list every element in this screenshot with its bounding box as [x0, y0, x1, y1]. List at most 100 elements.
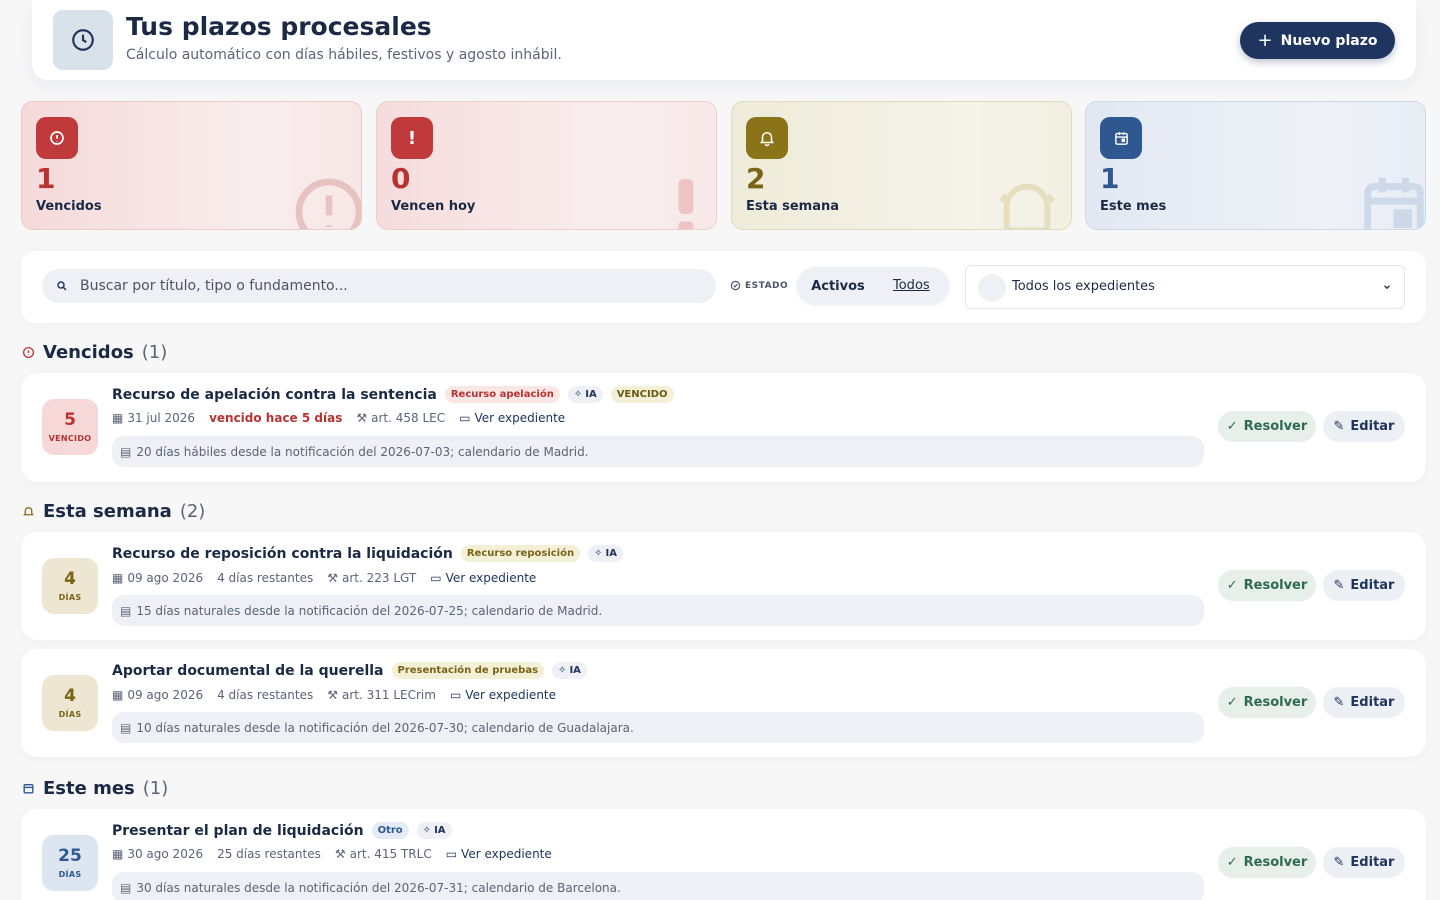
remaining-text: vencido hace 5 días	[209, 411, 343, 425]
remaining-text: 25 días restantes	[217, 847, 321, 861]
edit-button[interactable]: ✎ Editar	[1323, 847, 1405, 878]
bell-icon	[746, 117, 788, 159]
calendar-icon: ▦	[112, 571, 124, 585]
new-deadline-label: Nuevo plazo	[1280, 32, 1378, 49]
ver-expediente-link[interactable]: ▭ Ver expediente	[450, 688, 556, 702]
ver-expediente-link[interactable]: ▭ Ver expediente	[459, 411, 565, 425]
segment-todos[interactable]: Todos	[893, 278, 930, 293]
deadline-title-row: Recurso de apelación contra la sentencia…	[112, 386, 674, 403]
note-icon: ▤	[120, 603, 132, 618]
filter-bar: Buscar por título, tipo o fundamento... …	[21, 251, 1426, 323]
edit-button[interactable]: ✎ Editar	[1323, 411, 1405, 442]
ver-expediente-link[interactable]: ▭ Ver expediente	[446, 847, 552, 861]
folder-icon: ▭	[445, 847, 458, 861]
resolve-button[interactable]: ✓ Resolver	[1218, 570, 1316, 601]
avatar	[978, 274, 1006, 302]
deadline-title: Aportar documental de la querella	[112, 662, 384, 679]
resolve-button[interactable]: ✓ Resolver	[1218, 687, 1316, 718]
ia-tag: ✧ IA	[588, 545, 623, 562]
stat-value: 1	[1100, 162, 1120, 195]
deadline-title-row: Presentar el plan de liquidación Otro ✧ I…	[112, 822, 452, 839]
alert-circle-watermark-icon	[295, 178, 361, 229]
stat-label: Vencidos	[36, 199, 102, 214]
section-title-este-mes: Este mes (1)	[22, 778, 168, 799]
deadline-meta: ▦ 09 ago 2026 4 días restantes ⚒ art. 311 …	[112, 688, 557, 702]
estado-label: ESTADO	[730, 280, 788, 291]
status-badge: VENCIDO	[610, 386, 674, 403]
bell-watermark-icon	[998, 183, 1056, 229]
alert-circle-icon	[36, 117, 78, 159]
deadline-meta: ▦ 30 ago 2026 25 días restantes ⚒ art. 415…	[112, 847, 552, 861]
alert-circle-icon	[22, 346, 35, 359]
note-icon: ▤	[120, 880, 132, 895]
expedientes-select-value: Todos los expedientes	[1012, 279, 1155, 294]
pencil-icon: ✎	[1333, 419, 1345, 434]
resolve-button[interactable]: ✓ Resolver	[1218, 847, 1316, 878]
days-badge: 4 DÍAS	[42, 675, 98, 731]
remaining-text: 4 días restantes	[217, 688, 314, 702]
deadline-title: Recurso de apelación contra la sentencia	[112, 386, 437, 403]
sparkle-icon: ✧	[594, 548, 603, 559]
deadline-card: 4 DÍAS Recurso de reposición contra la l…	[21, 532, 1426, 640]
sparkle-icon: ✧	[558, 665, 567, 676]
note-icon: ▤	[120, 720, 132, 735]
search-icon	[57, 281, 67, 291]
check-circle-icon: ✓	[1226, 419, 1238, 434]
check-circle-icon: ✓	[1226, 855, 1238, 870]
stat-card-vencen-hoy[interactable]: ! 0 Vencen hoy	[376, 101, 717, 230]
bell-icon	[23, 507, 34, 516]
stat-value: 1	[36, 162, 56, 195]
gavel-icon: ⚒	[356, 411, 368, 425]
new-deadline-button[interactable]: + Nuevo plazo	[1240, 22, 1395, 59]
deadline-note: ▤ 15 días naturales desde la notificació…	[112, 595, 1204, 626]
deadline-meta: ▦ 31 jul 2026 vencido hace 5 días ⚒ art. 4…	[112, 411, 566, 425]
calendar-icon	[23, 784, 34, 794]
resolve-button[interactable]: ✓ Resolver	[1218, 411, 1316, 442]
segment-activos[interactable]: Activos	[797, 267, 879, 305]
stat-card-este-mes[interactable]: 1 Este mes	[1085, 101, 1426, 230]
note-icon: ▤	[120, 444, 132, 459]
stat-label: Esta semana	[746, 199, 840, 214]
edit-button[interactable]: ✎ Editar	[1323, 687, 1405, 718]
status-segmented-control: Activos Todos	[797, 267, 949, 305]
edit-button[interactable]: ✎ Editar	[1323, 570, 1405, 601]
days-badge: 5 VENCIDO	[42, 399, 98, 455]
deadline-card: 5 VENCIDO Recurso de apelación contra la…	[21, 373, 1426, 482]
calendar-watermark-icon	[1364, 177, 1424, 229]
type-tag: Otro	[371, 822, 409, 839]
check-circle-icon	[730, 280, 741, 291]
ia-tag: ✧ IA	[552, 662, 587, 679]
calendar-icon: ▦	[112, 847, 124, 861]
deadline-meta: ▦ 09 ago 2026 4 días restantes ⚒ art. 223 …	[112, 571, 537, 585]
days-badge: 25 DÍAS	[42, 835, 98, 891]
gavel-icon: ⚒	[327, 571, 338, 585]
deadline-title: Recurso de reposición contra la liquidac…	[112, 545, 453, 562]
type-tag: Recurso reposición	[460, 545, 581, 562]
sparkle-icon: ✧	[573, 389, 583, 400]
stat-card-vencidos[interactable]: 1 Vencidos	[21, 101, 362, 230]
pencil-icon: ✎	[1333, 855, 1345, 870]
ia-tag: ✧ IA	[416, 822, 452, 839]
check-circle-icon: ✓	[1226, 695, 1238, 710]
expedientes-select[interactable]: Todos los expedientes	[965, 265, 1405, 309]
page-title: Tus plazos procesales	[126, 12, 432, 41]
stat-card-esta-semana[interactable]: 2 Esta semana	[731, 101, 1072, 230]
exclamation-icon: !	[391, 117, 433, 159]
sparkle-icon: ✧	[422, 825, 432, 836]
deadline-card: 25 DÍAS Presentar el plan de liquidación…	[21, 809, 1426, 900]
plus-icon: +	[1257, 29, 1273, 51]
ver-expediente-link[interactable]: ▭ Ver expediente	[430, 571, 536, 585]
deadline-note: ▤ 10 días naturales desde la notificació…	[112, 712, 1204, 743]
deadline-title: Presentar el plan de liquidación	[112, 822, 364, 839]
type-tag: Presentación de pruebas	[391, 662, 545, 679]
clock-icon	[53, 10, 113, 70]
folder-icon: ▭	[430, 571, 442, 585]
search-input[interactable]: Buscar por título, tipo o fundamento...	[42, 269, 716, 303]
deadline-title-row: Aportar documental de la querella Presen…	[112, 662, 587, 679]
remaining-text: 4 días restantes	[217, 571, 314, 585]
calendar-icon: ▦	[112, 411, 124, 425]
gavel-icon: ⚒	[327, 688, 338, 702]
calendar-icon: ▦	[112, 688, 124, 702]
deadline-note: ▤ 20 días hábiles desde la notificación …	[112, 436, 1204, 467]
check-circle-icon: ✓	[1226, 578, 1238, 593]
